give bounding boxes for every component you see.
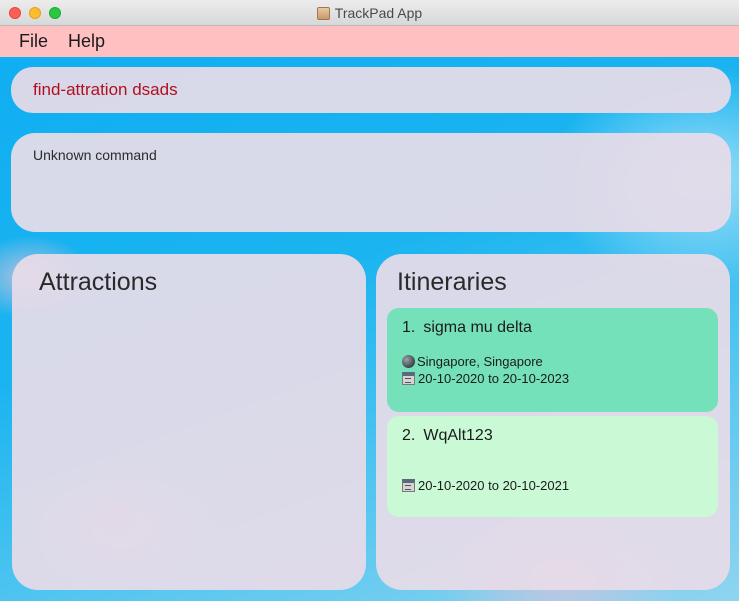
- itinerary-dates: 20-10-2020 to 20-10-2021: [418, 478, 570, 493]
- itinerary-card-title: 1. sigma mu delta: [402, 319, 532, 337]
- result-display: Unknown command: [11, 133, 731, 232]
- attractions-title: Attractions: [39, 268, 158, 296]
- itinerary-card-title: 2. WqAlt123: [402, 427, 493, 445]
- app-icon: [316, 6, 330, 20]
- menu-bar: File Help: [0, 26, 739, 57]
- itinerary-dates: 20-10-2020 to 20-10-2023: [418, 371, 570, 386]
- itinerary-dates-row: 20-10-2020 to 20-10-2021: [402, 478, 569, 493]
- itinerary-index: 2.: [402, 427, 416, 444]
- itinerary-index: 1.: [402, 319, 416, 336]
- itinerary-dates-row: 20-10-2020 to 20-10-2023: [402, 371, 569, 386]
- itinerary-location-row: Singapore, Singapore: [402, 354, 543, 369]
- attractions-panel: Attractions: [12, 254, 366, 590]
- result-message: Unknown command: [33, 147, 157, 163]
- menu-file[interactable]: File: [19, 31, 48, 52]
- menu-help[interactable]: Help: [68, 31, 105, 52]
- itinerary-card[interactable]: 1. sigma mu delta Singapore, Singapore 20…: [387, 308, 718, 412]
- window-title: TrackPad App: [334, 5, 423, 21]
- calendar-icon: [402, 372, 415, 385]
- globe-icon: [402, 355, 415, 368]
- itineraries-panel: Itineraries 1. sigma mu delta Singapore, …: [376, 254, 730, 590]
- window-title-group: TrackPad App: [0, 0, 739, 26]
- itineraries-title: Itineraries: [397, 268, 507, 296]
- itinerary-location: Singapore, Singapore: [417, 354, 543, 369]
- itinerary-name: WqAlt123: [423, 427, 493, 444]
- itinerary-name: sigma mu delta: [423, 319, 532, 336]
- window-title-bar[interactable]: TrackPad App: [0, 0, 739, 26]
- command-box: [11, 67, 731, 113]
- command-input[interactable]: [33, 79, 703, 101]
- itinerary-card[interactable]: 2. WqAlt123 20-10-2020 to 20-10-2021: [387, 416, 718, 517]
- calendar-icon: [402, 479, 415, 492]
